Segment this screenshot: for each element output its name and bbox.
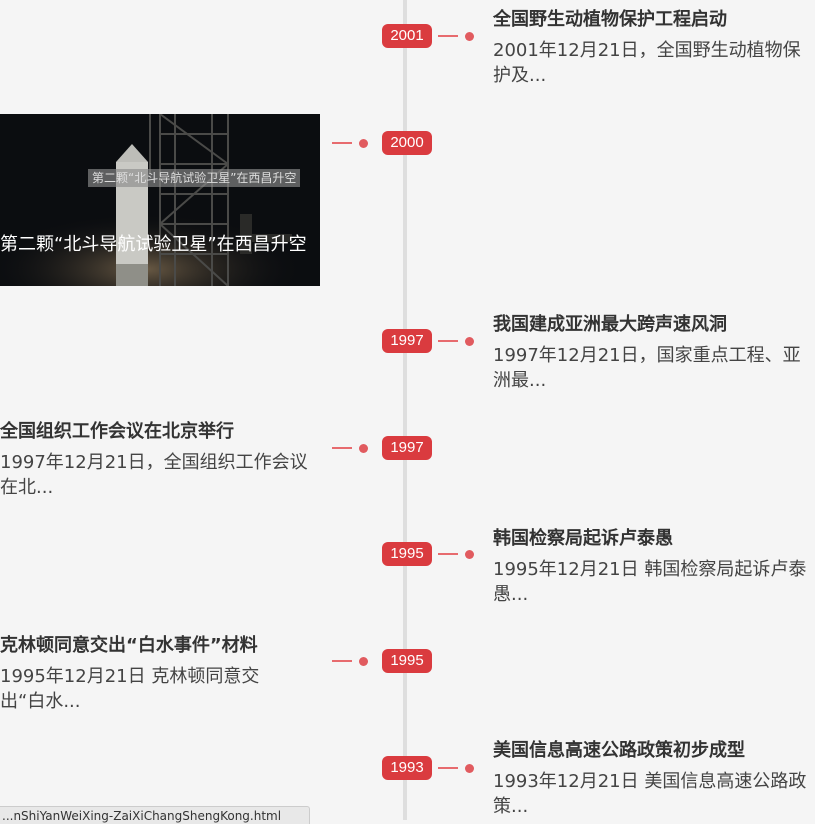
year-badge[interactable]: 1995 xyxy=(382,649,432,673)
entry-excerpt: 1995年12月21日 韩国检察局起诉卢泰愚... xyxy=(493,559,807,605)
timeline-dot xyxy=(359,444,368,453)
timeline-entry[interactable]: 全国组织工作会议在北京举行 1997年12月21日，全国组织工作会议在北... xyxy=(0,420,322,500)
entry-excerpt: 1997年12月21日，全国组织工作会议在北... xyxy=(0,452,308,498)
photo-entry-title[interactable]: 第二颗“北斗导航试验卫星”在西昌升空 xyxy=(0,231,310,258)
timeline-connector xyxy=(332,660,352,662)
entry-title[interactable]: 全国组织工作会议在北京举行 xyxy=(0,420,322,444)
year-badge[interactable]: 1997 xyxy=(382,329,432,353)
timeline-connector xyxy=(438,340,458,342)
timeline-axis xyxy=(403,0,407,820)
year-badge[interactable]: 1995 xyxy=(382,542,432,566)
timeline-entry[interactable]: 全国野生动植物保护工程启动 2001年12月21日，全国野生动植物保护及... xyxy=(493,8,815,88)
timeline-dot xyxy=(465,550,474,559)
timeline-entry[interactable]: 我国建成亚洲最大跨声速风洞 1997年12月21日，国家重点工程、亚洲最... xyxy=(493,313,815,393)
entry-excerpt: 1995年12月21日 克林顿同意交出“白水... xyxy=(0,666,260,712)
entry-title[interactable]: 美国信息高速公路政策初步成型 xyxy=(493,739,815,763)
timeline-dot xyxy=(465,32,474,41)
launch-photo xyxy=(0,114,320,286)
timeline-dot xyxy=(465,764,474,773)
entry-excerpt: 2001年12月21日，全国野生动植物保护及... xyxy=(493,40,801,86)
timeline-entry[interactable]: 韩国检察局起诉卢泰愚 1995年12月21日 韩国检察局起诉卢泰愚... xyxy=(493,527,815,607)
entry-excerpt: 1997年12月21日，国家重点工程、亚洲最... xyxy=(493,345,801,391)
timeline-connector xyxy=(438,553,458,555)
timeline-connector xyxy=(332,142,352,144)
timeline-dot xyxy=(465,337,474,346)
entry-title[interactable]: 全国野生动植物保护工程启动 xyxy=(493,8,815,32)
timeline-connector xyxy=(332,447,352,449)
timeline-entry[interactable]: 克林顿同意交出“白水事件”材料 1995年12月21日 克林顿同意交出“白水..… xyxy=(0,634,322,714)
timeline-entry[interactable]: 美国信息高速公路政策初步成型 1993年12月21日 美国信息高速公路政策... xyxy=(493,739,815,819)
year-badge[interactable]: 1997 xyxy=(382,436,432,460)
entry-excerpt: 1993年12月21日 美国信息高速公路政策... xyxy=(493,771,807,817)
entry-title[interactable]: 克林顿同意交出“白水事件”材料 xyxy=(0,634,322,658)
year-badge[interactable]: 1993 xyxy=(382,756,432,780)
timeline-dot xyxy=(359,657,368,666)
timeline-connector xyxy=(438,767,458,769)
year-badge[interactable]: 2000 xyxy=(382,131,432,155)
entry-title[interactable]: 韩国检察局起诉卢泰愚 xyxy=(493,527,815,551)
timeline-dot xyxy=(359,139,368,148)
photo-overlay-caption: 第二颗“北斗导航试验卫星”在西昌升空 xyxy=(88,169,301,187)
year-badge[interactable]: 2001 xyxy=(382,24,432,48)
entry-title[interactable]: 我国建成亚洲最大跨声速风洞 xyxy=(493,313,815,337)
timeline-connector xyxy=(438,35,458,37)
photo-entry-card[interactable]: 第二颗“北斗导航试验卫星”在西昌升空 第二颗“北斗导航试验卫星”在西昌升空 xyxy=(0,114,320,286)
status-bar-url: ...nShiYanWeiXing-ZaiXiChangShengKong.ht… xyxy=(0,806,310,824)
